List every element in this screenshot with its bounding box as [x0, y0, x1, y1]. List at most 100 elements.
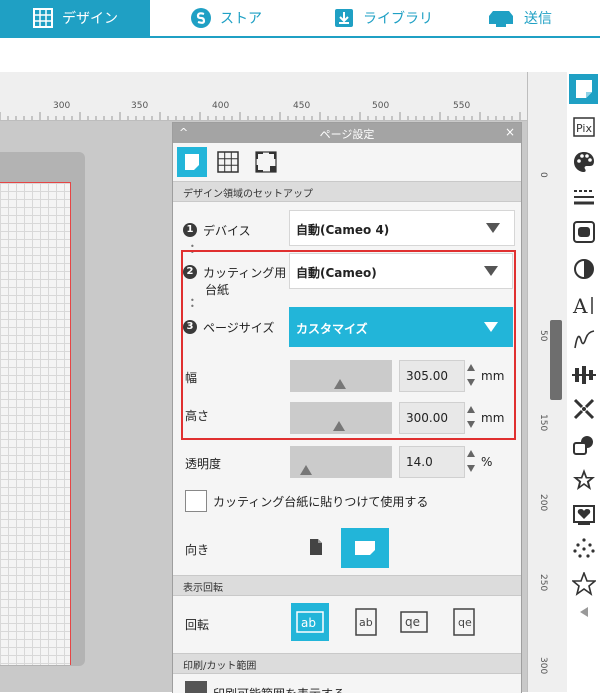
height-slider[interactable] [290, 402, 392, 434]
arrow-up-icon[interactable] [467, 406, 475, 413]
step-number: 3 [183, 320, 197, 334]
toolbar-expand[interactable] [569, 602, 598, 622]
arrow-down-icon[interactable] [467, 421, 475, 428]
tab-page[interactable] [177, 147, 207, 177]
section-print-cut: 印刷/カット範囲 [173, 653, 521, 674]
align-tool[interactable] [569, 360, 598, 390]
ruler-tick: 50 [538, 330, 548, 342]
modify-icon [572, 436, 593, 455]
text-icon: A [572, 294, 593, 316]
ruler-tick: 200 [538, 494, 548, 512]
rotation-270[interactable]: qe [445, 603, 483, 641]
page-setup-panel: ^ ページ設定 × デザイン領域のセットアップ 1 デバイス 自動(Cameo … [172, 122, 522, 693]
tab-store-label: ストア [220, 11, 262, 27]
mat-select[interactable]: 自動(Cameo) [289, 253, 513, 289]
registration-marks-icon [255, 151, 277, 173]
grid-icon [217, 151, 239, 173]
svg-text:A: A [572, 294, 588, 316]
panel-title: ページ設定 [319, 128, 375, 141]
orientation-label: 向き [185, 543, 210, 557]
width-input[interactable]: 305.00 [399, 360, 465, 392]
svg-text:qe: qe [458, 616, 472, 629]
rotate-90-icon: ab [355, 608, 377, 636]
palette-icon [573, 152, 594, 172]
tab-library-label: ライブラリ [363, 11, 433, 27]
height-label: 高さ [185, 409, 210, 423]
align-icon [571, 366, 596, 384]
favorite-tool[interactable] [569, 569, 598, 599]
landscape-page-icon [355, 541, 375, 555]
star-outline-icon [572, 469, 595, 490]
triangle-left-icon [579, 607, 588, 617]
pixscan-tool[interactable]: Pix [569, 112, 598, 142]
rotation-0[interactable]: ab [291, 603, 329, 641]
width-label: 幅 [185, 371, 198, 385]
lines-icon [573, 190, 594, 205]
tab-library[interactable]: ライブラリ [333, 0, 433, 36]
slider-knob[interactable] [333, 421, 345, 431]
orientation-portrait[interactable] [301, 530, 331, 564]
line-style-tool[interactable] [569, 182, 598, 212]
width-slider[interactable] [290, 360, 392, 392]
ruler-tick: 300 [538, 657, 548, 675]
heart-box-icon [572, 505, 595, 525]
rhinestone-tool[interactable] [569, 534, 598, 564]
text-style-tool[interactable]: A [569, 290, 598, 320]
ruler-tick: 150 [538, 414, 548, 432]
weld-tool[interactable] [569, 500, 598, 530]
slider-knob[interactable] [334, 379, 346, 389]
page-icon [185, 154, 199, 170]
star-icon [571, 572, 596, 596]
transparency-input[interactable]: 14.0 [399, 446, 465, 478]
height-stepper[interactable] [466, 404, 476, 430]
fill-tool[interactable] [569, 147, 598, 177]
offset-tool[interactable] [569, 465, 598, 495]
ruler-tick: 450 [293, 101, 311, 111]
panel-titlebar[interactable]: ^ ページ設定 × [173, 123, 521, 143]
cut-settings-tool[interactable] [569, 217, 598, 247]
transparency-slider[interactable] [290, 446, 392, 478]
tab-send[interactable]: 送信 [486, 0, 552, 36]
width-stepper[interactable] [466, 362, 476, 388]
device-label: デバイス [203, 224, 251, 238]
arrow-down-icon[interactable] [467, 379, 475, 386]
height-input[interactable]: 300.00 [399, 402, 465, 434]
transparency-stepper[interactable] [466, 448, 476, 474]
section-rotation: 表示回転 [173, 575, 521, 596]
rotation-180[interactable]: qe [395, 603, 433, 641]
rotate-180-icon: qe [400, 611, 428, 633]
chevron-down-icon [486, 223, 500, 233]
tab-design[interactable]: デザイン [0, 0, 150, 36]
show-printable-checkbox[interactable] [185, 681, 207, 693]
arrow-up-icon[interactable] [467, 364, 475, 371]
arrow-up-icon[interactable] [467, 450, 475, 457]
design-page[interactable] [0, 182, 71, 665]
modify-tool[interactable] [569, 430, 598, 460]
close-icon[interactable]: × [505, 125, 515, 139]
sketch-icon [573, 330, 594, 349]
rotation-90[interactable]: ab [347, 603, 385, 641]
use-on-mat-label: カッティング台紙に貼りつけて使用する [213, 495, 429, 509]
replicate-icon [573, 398, 594, 420]
trace-tool[interactable] [569, 254, 598, 284]
vertical-scrollbar[interactable] [550, 320, 562, 400]
arrow-down-icon[interactable] [467, 465, 475, 472]
tab-store[interactable]: ストア [190, 0, 262, 36]
replicate-tool[interactable] [569, 394, 598, 424]
device-select[interactable]: 自動(Cameo 4) [289, 210, 515, 246]
slider-knob[interactable] [300, 465, 312, 475]
page-size-select[interactable]: カスタマイズ [289, 307, 513, 347]
sketch-tool[interactable] [569, 324, 598, 354]
store-s-icon [190, 7, 212, 29]
page-setup-tool[interactable] [569, 74, 598, 104]
right-toolbar: Pix A [567, 72, 600, 692]
ruler-tick: 250 [538, 574, 548, 592]
tab-registration[interactable] [251, 147, 281, 177]
tab-send-label: 送信 [524, 11, 552, 27]
tab-grid[interactable] [213, 147, 243, 177]
mat-label-line1: カッティング用 [203, 266, 287, 280]
download-box-icon [333, 7, 355, 29]
orientation-landscape[interactable] [341, 528, 389, 568]
chevron-down-icon [484, 322, 498, 332]
use-on-mat-checkbox[interactable] [185, 490, 207, 512]
